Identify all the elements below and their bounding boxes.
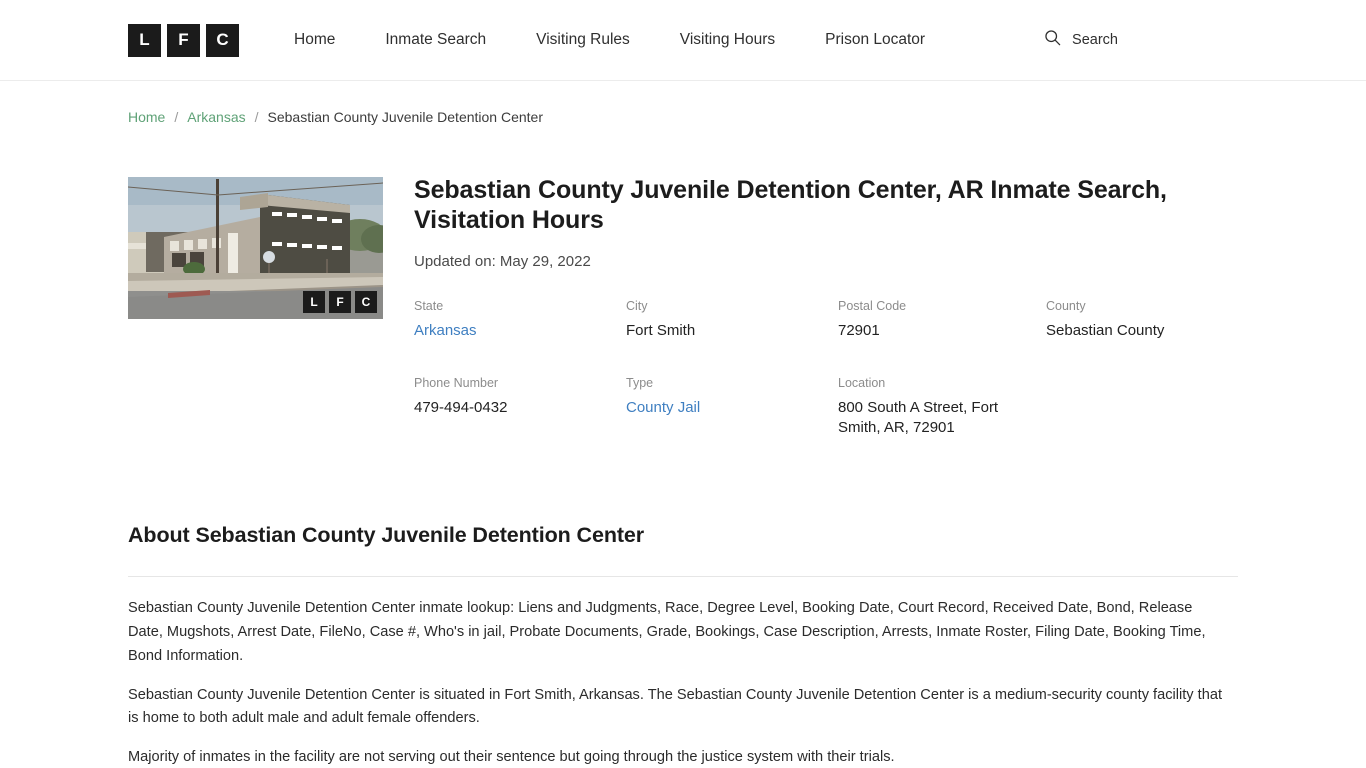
about-heading: About Sebastian County Juvenile Detentio… — [128, 523, 645, 548]
nav-item-home[interactable]: Home — [294, 25, 335, 55]
about-section: About Sebastian County Juvenile Detentio… — [0, 523, 1366, 768]
facility-photo: L F C — [128, 177, 383, 319]
meta-value-location: 800 South A Street, Fort Smith, AR, 7290… — [838, 399, 999, 437]
site-logo[interactable]: L F C — [128, 23, 239, 57]
meta-value-type[interactable]: County Jail — [626, 399, 700, 416]
meta-field-phone-number: Phone Number 479-494-0432 — [414, 376, 626, 438]
breadcrumb-item-current: Sebastian County Juvenile Detention Cent… — [267, 109, 544, 125]
about-body: Sebastian County Juvenile Detention Cent… — [128, 597, 1238, 768]
search-label: Search — [1072, 32, 1118, 48]
meta-label-type: Type — [626, 376, 654, 391]
meta-value-state[interactable]: Arkansas — [414, 322, 477, 339]
facility-meta-grid: State Arkansas City Fort Smith Postal Co… — [414, 299, 1238, 439]
meta-field-postal-code: Postal Code 72901 — [838, 299, 1046, 341]
watermark-tile-f: F — [329, 291, 351, 313]
meta-value-city: Fort Smith — [626, 321, 696, 339]
breadcrumb-item-arkansas[interactable]: Arkansas — [187, 109, 245, 125]
page-title: Sebastian County Juvenile Detention Cent… — [414, 176, 1167, 234]
nav-item-visiting-hours[interactable]: Visiting Hours — [680, 25, 775, 55]
logo-tile-c: C — [206, 23, 239, 57]
search-button[interactable]: Search — [1044, 29, 1238, 51]
breadcrumb-item-home[interactable]: Home — [128, 109, 165, 125]
meta-field-location: Location 800 South A Street, Fort Smith,… — [838, 376, 1046, 438]
main-navigation: Home Inmate Search Visiting Rules Visiti… — [294, 25, 1044, 55]
meta-label-county: County — [1046, 298, 1086, 313]
about-paragraph: Sebastian County Juvenile Detention Cent… — [128, 600, 1206, 664]
nav-item-visiting-rules[interactable]: Visiting Rules — [536, 25, 630, 55]
meta-value-phone-number: 479-494-0432 — [414, 399, 508, 417]
meta-label-postal-code: Postal Code — [838, 298, 907, 313]
facility-summary: L F C Sebastian County Juvenile Detentio… — [0, 125, 1366, 438]
logo-tile-f: F — [167, 23, 200, 57]
watermark-tile-l: L — [303, 291, 325, 313]
meta-value-postal-code: 72901 — [838, 321, 880, 339]
meta-field-city: City Fort Smith — [626, 299, 838, 341]
meta-value-county: Sebastian County — [1046, 321, 1165, 339]
meta-field-county: County Sebastian County — [1046, 299, 1238, 341]
breadcrumb: Home / Arkansas / Sebastian County Juven… — [0, 81, 1366, 125]
meta-label-phone-number: Phone Number — [414, 376, 499, 391]
meta-field-type: Type County Jail — [626, 376, 838, 438]
meta-field-state: State Arkansas — [414, 299, 626, 341]
meta-label-location: Location — [838, 376, 886, 391]
logo-tile-l: L — [128, 23, 161, 57]
updated-on: Updated on: May 29, 2022 — [414, 252, 591, 270]
search-icon — [1044, 29, 1061, 51]
nav-item-prison-locator[interactable]: Prison Locator — [825, 25, 925, 55]
breadcrumb-separator: / — [174, 109, 179, 125]
facility-details: Sebastian County Juvenile Detention Cent… — [383, 176, 1238, 438]
meta-label-state: State — [414, 298, 444, 313]
about-paragraph: Sebastian County Juvenile Detention Cent… — [128, 686, 1223, 727]
about-divider — [128, 576, 1238, 578]
meta-label-city: City — [626, 298, 648, 313]
site-header: L F C Home Inmate Search Visiting Rules … — [0, 0, 1366, 81]
photo-watermark: L F C — [303, 291, 377, 313]
breadcrumb-separator: / — [254, 109, 259, 125]
watermark-tile-c: C — [355, 291, 377, 313]
nav-item-inmate-search[interactable]: Inmate Search — [385, 25, 486, 55]
about-paragraph: Majority of inmates in the facility are … — [128, 749, 895, 766]
